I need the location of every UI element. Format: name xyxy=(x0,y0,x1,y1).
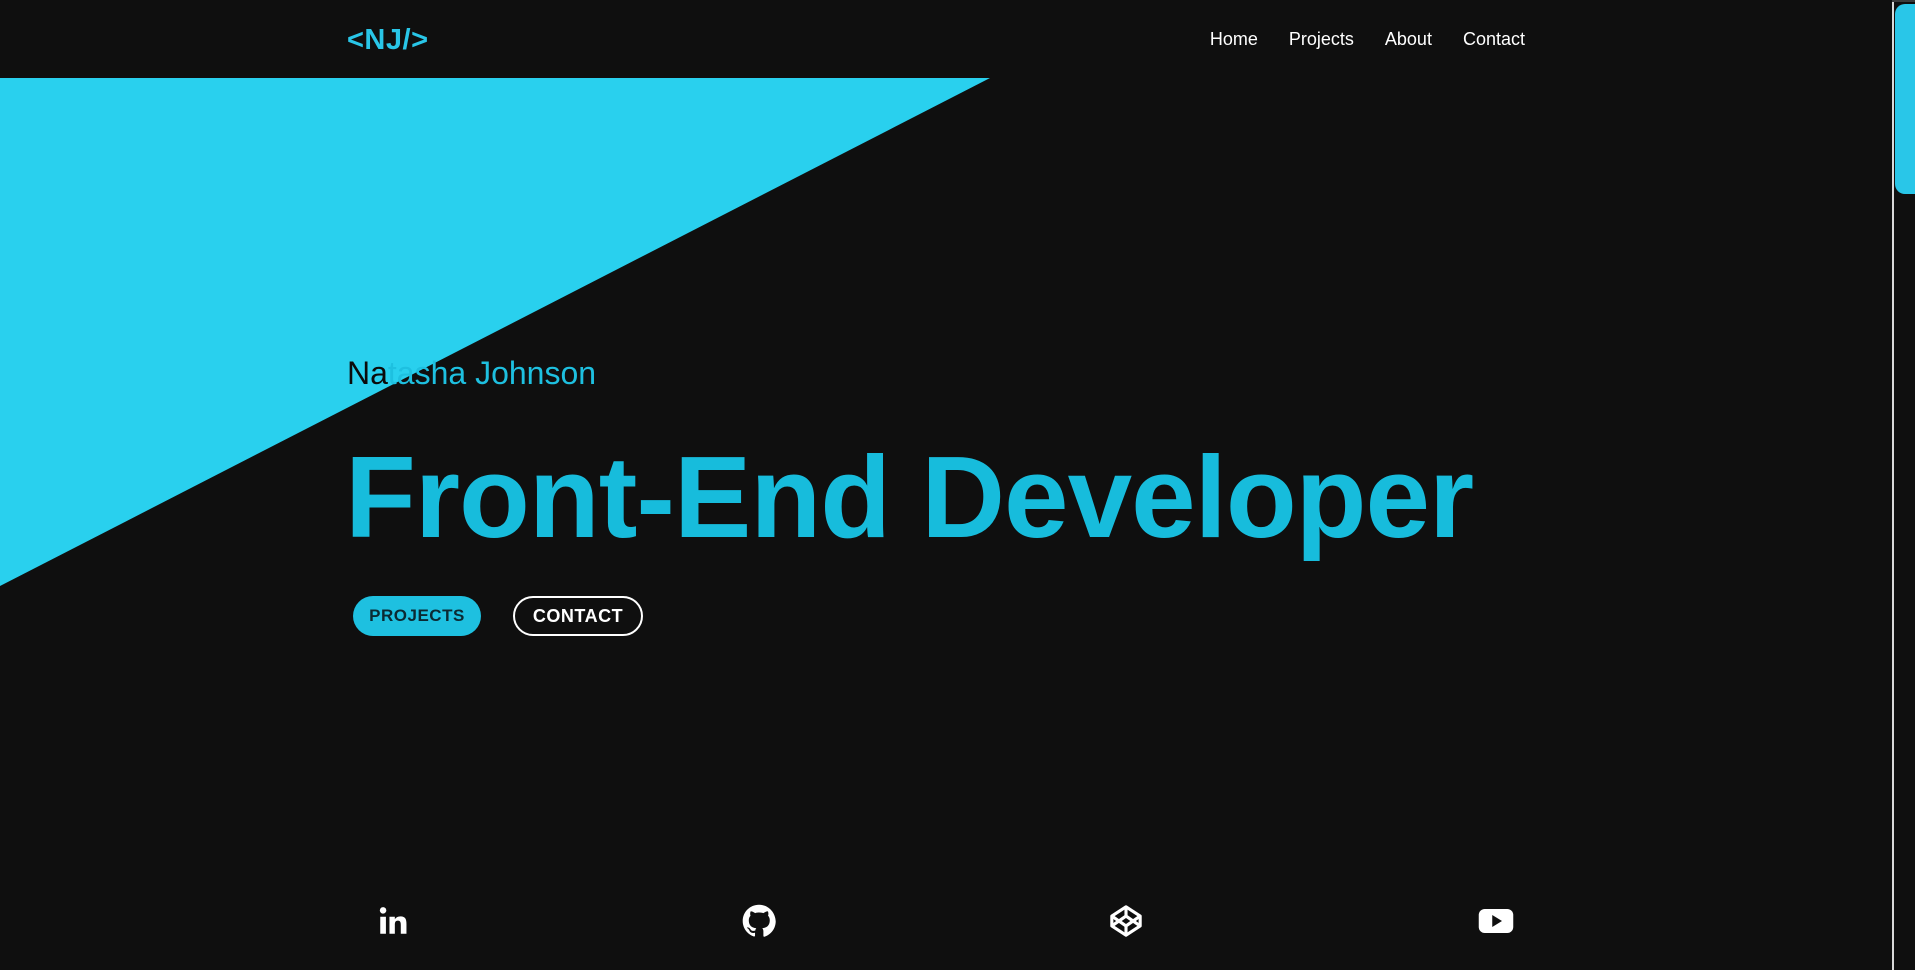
codepen-link[interactable] xyxy=(1108,903,1144,939)
github-link[interactable] xyxy=(741,903,777,939)
portfolio-page: <NJ/> Home Projects About Contact Natash… xyxy=(0,0,1915,970)
main-nav: Home Projects About Contact xyxy=(1210,29,1525,50)
nav-about-link[interactable]: About xyxy=(1385,29,1432,50)
linkedin-link[interactable] xyxy=(375,903,411,939)
youtube-icon xyxy=(1478,909,1514,933)
site-header: <NJ/> Home Projects About Contact xyxy=(0,0,1892,78)
contact-button[interactable]: CONTACT xyxy=(513,596,643,636)
hero-title: Front-End Developer xyxy=(345,432,1474,562)
nav-home-link[interactable]: Home xyxy=(1210,29,1258,50)
nav-projects-link[interactable]: Projects xyxy=(1289,29,1354,50)
projects-button[interactable]: PROJECTS xyxy=(353,596,481,636)
hero-name-part2: tasha Johnson xyxy=(387,355,597,391)
linkedin-icon xyxy=(379,907,407,934)
github-icon xyxy=(742,904,776,937)
youtube-link[interactable] xyxy=(1478,903,1514,939)
hero-name: Natasha Johnson xyxy=(347,355,596,392)
nav-contact-link[interactable]: Contact xyxy=(1463,29,1525,50)
hero-name-part1: Na xyxy=(347,355,388,391)
codepen-icon xyxy=(1110,905,1142,937)
logo[interactable]: <NJ/> xyxy=(347,24,429,57)
scrollbar-thumb[interactable] xyxy=(1895,4,1915,194)
